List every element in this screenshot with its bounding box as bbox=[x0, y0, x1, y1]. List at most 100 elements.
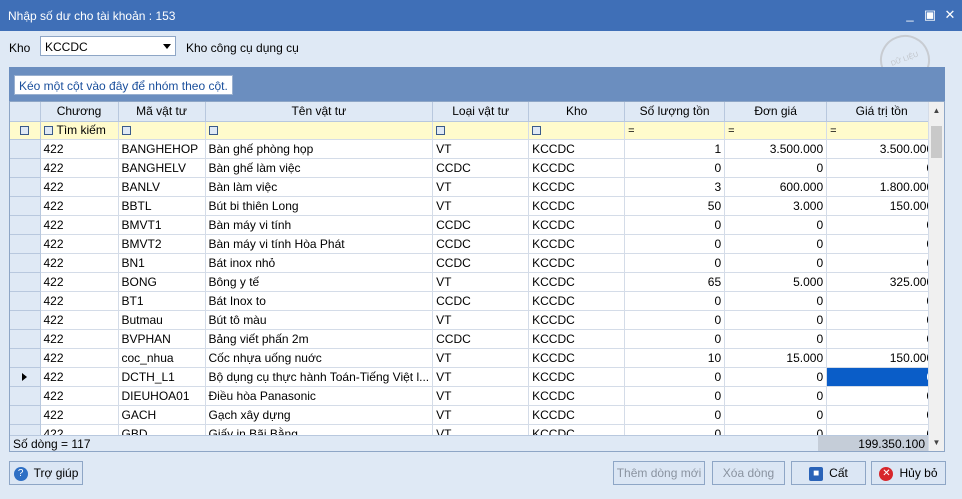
filter-clear-icon[interactable] bbox=[20, 126, 30, 136]
table-row[interactable]: 422GACHGạch xây dựngVTKCCDC000 bbox=[10, 405, 938, 425]
grid-cell[interactable]: 0 bbox=[724, 329, 828, 349]
grid-cell[interactable]: 0 bbox=[826, 405, 938, 425]
filter-cell-ten-vat-tu[interactable] bbox=[205, 121, 434, 140]
grid-cell[interactable]: KCCDC bbox=[528, 253, 626, 273]
grid-cell[interactable]: BANGHEHOP bbox=[118, 139, 206, 159]
table-row[interactable]: 422 BONG Bông y tế VT KCCDC 65 5.000 325.000 bbox=[10, 272, 938, 292]
grid-cell[interactable]: 3.500.000 bbox=[826, 139, 938, 159]
grid-cell[interactable]: 3.500.000 bbox=[724, 139, 828, 159]
grid-cell[interactable]: Gạch xây dựng bbox=[205, 405, 434, 425]
grid-cell[interactable]: 0 bbox=[724, 158, 828, 178]
grid-cell[interactable]: 0 bbox=[826, 367, 938, 387]
table-row[interactable]: 422BMVT1Bàn máy vi tínhCCDCKCCDC000 bbox=[10, 215, 938, 235]
grid-cell[interactable]: 15.000 bbox=[724, 348, 828, 368]
grid-cell[interactable]: 3.000 bbox=[724, 196, 828, 216]
grid-cell[interactable]: Bàn máy vi tính bbox=[205, 215, 434, 235]
grid-cell[interactable]: 422 bbox=[40, 158, 119, 178]
grid-cell[interactable]: coc_nhua bbox=[118, 348, 206, 368]
grid-cell[interactable]: 0 bbox=[624, 253, 726, 273]
grid-cell[interactable]: 0 bbox=[826, 158, 938, 178]
grid-cell[interactable]: CCDC bbox=[432, 234, 530, 254]
grid-cell[interactable]: Bông y tế bbox=[205, 272, 434, 292]
grid-cell[interactable]: 422 bbox=[40, 234, 119, 254]
grid-cell[interactable]: BMVT1 bbox=[118, 215, 206, 235]
grid-cell[interactable]: 1.800.000 bbox=[826, 177, 938, 197]
grid-cell[interactable]: 0 bbox=[624, 158, 726, 178]
grid-cell[interactable]: Cốc nhựa uống nuớc bbox=[205, 348, 434, 368]
grid-cell[interactable]: 0 bbox=[724, 310, 828, 330]
grid-cell[interactable]: BVPHAN bbox=[118, 329, 206, 349]
table-row[interactable]: 422 BANLV Bàn làm việc VT KCCDC 3 600.000 1.800… bbox=[10, 177, 938, 197]
cancel-button[interactable]: ✕ Hủy bỏ bbox=[871, 461, 946, 485]
grid-cell[interactable]: Bút bi thiên Long bbox=[205, 196, 434, 216]
column-header-ma-vat-tu[interactable]: Mã vật tư bbox=[118, 102, 206, 122]
grid-cell[interactable]: BN1 bbox=[118, 253, 206, 273]
chevron-down-icon[interactable] bbox=[163, 44, 171, 49]
grid-cell[interactable]: Bút tô màu bbox=[205, 310, 434, 330]
grid-cell[interactable]: 422 bbox=[40, 386, 119, 406]
grid-cell[interactable]: Bảng viết phấn 2m bbox=[205, 329, 434, 349]
balance-grid[interactable]: Chương Mã vật tư Tên vật tư Loại vật tư … bbox=[9, 101, 945, 452]
grid-cell[interactable]: KCCDC bbox=[528, 405, 626, 425]
grid-cell[interactable]: 600.000 bbox=[724, 177, 828, 197]
table-row[interactable]: 422 BMVT2 Bàn máy vi tính Hòa Phát CCDC KCCD… bbox=[10, 234, 938, 254]
column-header-so-luong-ton[interactable]: Số lượng tồn bbox=[624, 102, 726, 122]
row-indicator[interactable] bbox=[10, 291, 41, 311]
grid-cell[interactable]: BMVT2 bbox=[118, 234, 206, 254]
grid-cell[interactable]: VT bbox=[432, 272, 530, 292]
vertical-scrollbar[interactable]: ▲ ▼ bbox=[928, 102, 944, 451]
grid-cell[interactable]: KCCDC bbox=[528, 272, 626, 292]
grid-cell[interactable]: 0 bbox=[826, 310, 938, 330]
grid-cell[interactable]: Bàn ghế làm việc bbox=[205, 158, 434, 178]
grid-cell[interactable]: Bàn máy vi tính Hòa Phát bbox=[205, 234, 434, 254]
table-row[interactable]: 422 DCTH_L1 Bộ dụng cụ thực hành Toán-Tiến… bbox=[10, 367, 938, 387]
grid-cell[interactable]: BANGHELV bbox=[118, 158, 206, 178]
grid-cell[interactable]: 0 bbox=[826, 215, 938, 235]
maximize-button[interactable]: ▣ bbox=[922, 7, 938, 23]
grid-cell[interactable]: 422 bbox=[40, 367, 119, 387]
grid-cell[interactable]: BONG bbox=[118, 272, 206, 292]
grid-cell[interactable]: KCCDC bbox=[528, 310, 626, 330]
row-indicator[interactable] bbox=[10, 177, 41, 197]
scroll-thumb[interactable] bbox=[931, 126, 942, 158]
grid-cell[interactable]: 65 bbox=[624, 272, 726, 292]
grid-cell[interactable]: 422 bbox=[40, 253, 119, 273]
row-indicator[interactable] bbox=[10, 139, 41, 159]
grid-cell[interactable]: 325.000 bbox=[826, 272, 938, 292]
grid-cell[interactable]: Bàn ghế phòng họp bbox=[205, 139, 434, 159]
row-indicator[interactable] bbox=[10, 348, 41, 368]
filter-cell-ma-vat-tu[interactable] bbox=[118, 121, 206, 140]
grid-cell[interactable]: BANLV bbox=[118, 177, 206, 197]
delete-row-button[interactable]: Xóa dòng bbox=[712, 461, 785, 485]
filter-cell-chuong[interactable]: Tìm kiếm bbox=[40, 121, 119, 140]
column-header-ten-vat-tu[interactable]: Tên vật tư bbox=[205, 102, 434, 122]
table-row[interactable]: 422 BBTL Bút bi thiên Long VT KCCDC 50 3.000 15… bbox=[10, 196, 938, 216]
grid-cell[interactable]: DIEUHOA01 bbox=[118, 386, 206, 406]
column-header-don-gia[interactable]: Đơn giá bbox=[724, 102, 828, 122]
row-indicator[interactable] bbox=[10, 329, 41, 349]
grid-cell[interactable]: 422 bbox=[40, 139, 119, 159]
warehouse-combo[interactable]: KCCDC bbox=[40, 36, 176, 56]
grid-cell[interactable]: 0 bbox=[624, 215, 726, 235]
grid-cell[interactable]: 150.000 bbox=[826, 196, 938, 216]
close-button[interactable]: ✕ bbox=[942, 7, 958, 23]
row-indicator[interactable] bbox=[10, 310, 41, 330]
grid-cell[interactable]: 0 bbox=[826, 291, 938, 311]
grid-cell[interactable]: BBTL bbox=[118, 196, 206, 216]
grid-cell[interactable]: VT bbox=[432, 177, 530, 197]
grid-cell[interactable]: CCDC bbox=[432, 158, 530, 178]
column-header-chuong[interactable]: Chương bbox=[40, 102, 119, 122]
grid-cell[interactable]: KCCDC bbox=[528, 348, 626, 368]
table-row[interactable]: 422BT1Bát Inox toCCDCKCCDC000 bbox=[10, 291, 938, 311]
grid-cell[interactable]: Butmau bbox=[118, 310, 206, 330]
grid-cell[interactable]: CCDC bbox=[432, 329, 530, 349]
grid-cell[interactable]: 0 bbox=[724, 215, 828, 235]
grid-cell[interactable]: 0 bbox=[624, 291, 726, 311]
grid-cell[interactable]: Bát inox nhỏ bbox=[205, 253, 434, 273]
grid-cell[interactable]: KCCDC bbox=[528, 367, 626, 387]
row-indicator[interactable] bbox=[10, 405, 41, 425]
grid-cell[interactable]: 422 bbox=[40, 405, 119, 425]
grid-cell[interactable]: KCCDC bbox=[528, 291, 626, 311]
column-header-loai-vat-tu[interactable]: Loại vật tư bbox=[432, 102, 530, 122]
grid-cell[interactable]: 422 bbox=[40, 215, 119, 235]
